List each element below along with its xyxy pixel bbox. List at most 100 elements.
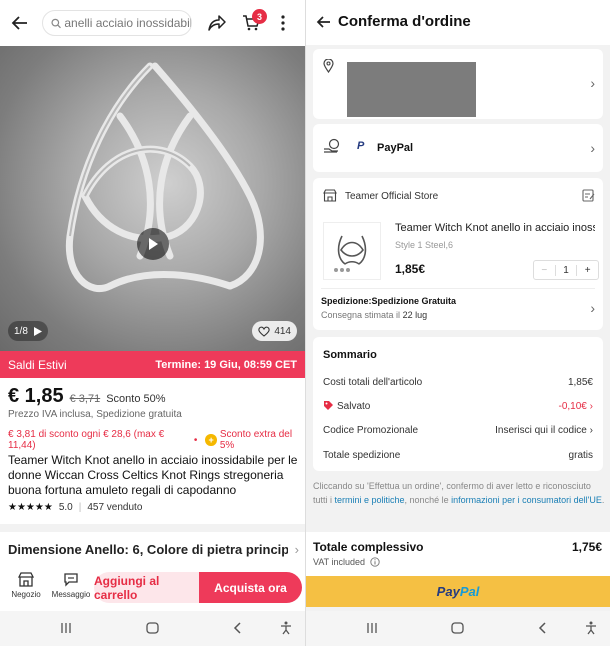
item-divider — [321, 288, 595, 289]
back-nav-icon[interactable] — [233, 621, 241, 637]
play-small-icon — [33, 326, 42, 336]
cart-count-badge: 3 — [252, 9, 267, 24]
product-image[interactable]: 1/8 414 — [0, 46, 305, 351]
accessibility-icon[interactable] — [585, 621, 597, 638]
payment-method-label: PayPal — [377, 142, 414, 154]
rating-stars: ★★★★★ — [8, 502, 53, 513]
heart-icon — [258, 326, 270, 337]
search-input[interactable]: anelli acciaio inossidabile — [42, 10, 192, 36]
item-thumbnail[interactable] — [323, 222, 381, 280]
likes-count: 414 — [274, 325, 291, 337]
back-nav-icon[interactable] — [538, 621, 546, 637]
tag-icon — [323, 400, 334, 411]
order-item-card: Teamer Official Store Teamer Witch Knot … — [313, 178, 603, 330]
summary-row-value: 1,85€ — [567, 377, 593, 388]
rating-row[interactable]: ★★★★★ 5.0 | 457 venduto — [8, 502, 142, 513]
play-video-button[interactable] — [137, 228, 169, 260]
back-arrow-icon[interactable] — [10, 13, 30, 33]
promo-code-placeholder: Inserisci qui il codice — [495, 425, 587, 436]
recent-apps-icon[interactable] — [60, 621, 72, 637]
decrease-quantity-button[interactable]: − — [534, 265, 555, 276]
item-name[interactable]: Teamer Witch Knot anello in acciaio inos… — [395, 222, 595, 234]
product-top-bar: anelli acciaio inossidabile 3 — [0, 0, 305, 46]
image-counter-text: 1/8 — [14, 325, 28, 337]
back-arrow-icon[interactable] — [316, 14, 332, 30]
messages-button[interactable]: Messaggio — [51, 572, 91, 599]
paypal-logo-icon: P — [357, 140, 365, 152]
system-nav-bar — [0, 611, 305, 646]
redacted-address — [347, 62, 476, 117]
store-icon — [18, 572, 34, 587]
image-counter: 1/8 — [8, 321, 48, 341]
product-screen: anelli acciaio inossidabile 3 1/8 414 Sa… — [0, 0, 305, 646]
current-price: € 1,85 — [8, 385, 64, 407]
quantity-stepper: − 1 + — [533, 260, 599, 280]
old-price: € 3,71 — [69, 393, 101, 405]
wishlist-button[interactable]: 414 — [252, 321, 297, 341]
quantity-value: 1 — [554, 264, 578, 276]
shipping-method[interactable]: Spedizione:Spedizione Gratuita — [321, 296, 456, 306]
item-price: 1,85€ — [395, 262, 426, 276]
shipping-address-card[interactable]: › — [313, 49, 603, 119]
legal-text-3: . — [601, 495, 605, 505]
share-icon[interactable] — [207, 14, 227, 32]
summary-card: Sommario Costi totali dell'articolo 1,85… — [313, 337, 603, 471]
saved-value[interactable]: -0,10€ › — [559, 401, 593, 412]
buy-now-button[interactable]: Acquista ora — [199, 572, 302, 603]
page-title: Conferma d'ordine — [338, 13, 471, 30]
delivery-date: 22 lug — [402, 310, 428, 320]
promo-code-input[interactable]: Inserisci qui il codice › — [495, 425, 593, 436]
sold-count: 457 venduto — [87, 502, 143, 513]
total-label: Totale complessivo — [313, 540, 424, 554]
action-bar: Negozio Messaggio Aggiungi al carrello A… — [0, 567, 305, 611]
delivery-estimate: Consegna stimata il 22 lug — [321, 310, 427, 320]
recent-apps-icon[interactable] — [366, 621, 378, 637]
store-button[interactable]: Negozio — [8, 572, 44, 599]
store-name[interactable]: Teamer Official Store — [345, 191, 438, 202]
info-icon[interactable] — [370, 557, 380, 567]
search-icon — [51, 18, 61, 28]
home-icon[interactable] — [146, 621, 159, 637]
paypal-checkout-button[interactable]: Pay Pal — [306, 576, 610, 607]
home-icon[interactable] — [451, 621, 464, 637]
cart-icon[interactable]: 3 — [242, 9, 267, 32]
search-placeholder: anelli acciaio inossidabile — [64, 16, 191, 30]
ring-illustration — [65, 62, 264, 292]
store-label: Negozio — [11, 590, 41, 599]
chevron-right-icon: › — [589, 401, 593, 412]
coin-icon: + — [205, 434, 217, 446]
chevron-right-icon: › — [590, 75, 595, 91]
note-edit-icon[interactable] — [582, 189, 595, 202]
more-options-icon[interactable] — [280, 14, 286, 32]
checkout-top-bar: Conferma d'ordine — [306, 0, 610, 45]
promo-row[interactable]: € 3,81 di sconto ogni € 28,6 (max € 11,4… — [8, 429, 305, 451]
delivery-estimate-label: Consegna stimata il — [321, 310, 401, 320]
price-row: € 1,85 € 3,71 Sconto 50% — [8, 385, 166, 408]
add-to-cart-button[interactable]: Aggiungi al carrello — [94, 572, 199, 603]
sale-banner: Saldi Estivi Termine: 19 Giu, 08:59 CET — [0, 351, 305, 378]
total-value: 1,75€ — [571, 540, 602, 554]
variant-selector[interactable]: Dimensione Anello: 6, Colore di pietra p… — [8, 542, 288, 557]
payment-method-card[interactable]: P PayPal › — [313, 124, 603, 172]
section-divider — [0, 524, 305, 532]
increase-quantity-button[interactable]: + — [577, 265, 598, 276]
coupon-promo[interactable]: € 3,81 di sconto ogni € 28,6 (max € 11,4… — [8, 429, 186, 451]
chevron-right-icon: › — [590, 140, 595, 156]
chat-icon — [64, 573, 78, 587]
chevron-right-icon: › — [590, 300, 595, 316]
eu-consumer-info-link[interactable]: informazioni per i consumatori dell'UE — [451, 495, 602, 505]
promo-code-label: Codice Promozionale — [323, 425, 419, 436]
checkout-screen: Conferma d'ordine › P PayPal › Teamer Of… — [306, 0, 610, 646]
terms-link[interactable]: termini e politiche — [335, 495, 405, 505]
location-pin-icon — [323, 59, 334, 73]
extra-discount-promo[interactable]: Sconto extra del 5% — [220, 429, 305, 451]
summary-row-label: Costi totali dell'articolo — [323, 377, 423, 388]
store-icon — [323, 189, 337, 202]
accessibility-icon[interactable] — [280, 621, 292, 638]
shipping-total-value: gratis — [568, 450, 593, 461]
discount-label: Sconto 50% — [106, 393, 166, 405]
payment-coins-icon — [323, 138, 341, 154]
paypal-wordmark-pal: Pal — [459, 584, 480, 599]
shipping-total-label: Totale spedizione — [323, 450, 401, 461]
messages-label: Messaggio — [51, 590, 91, 599]
